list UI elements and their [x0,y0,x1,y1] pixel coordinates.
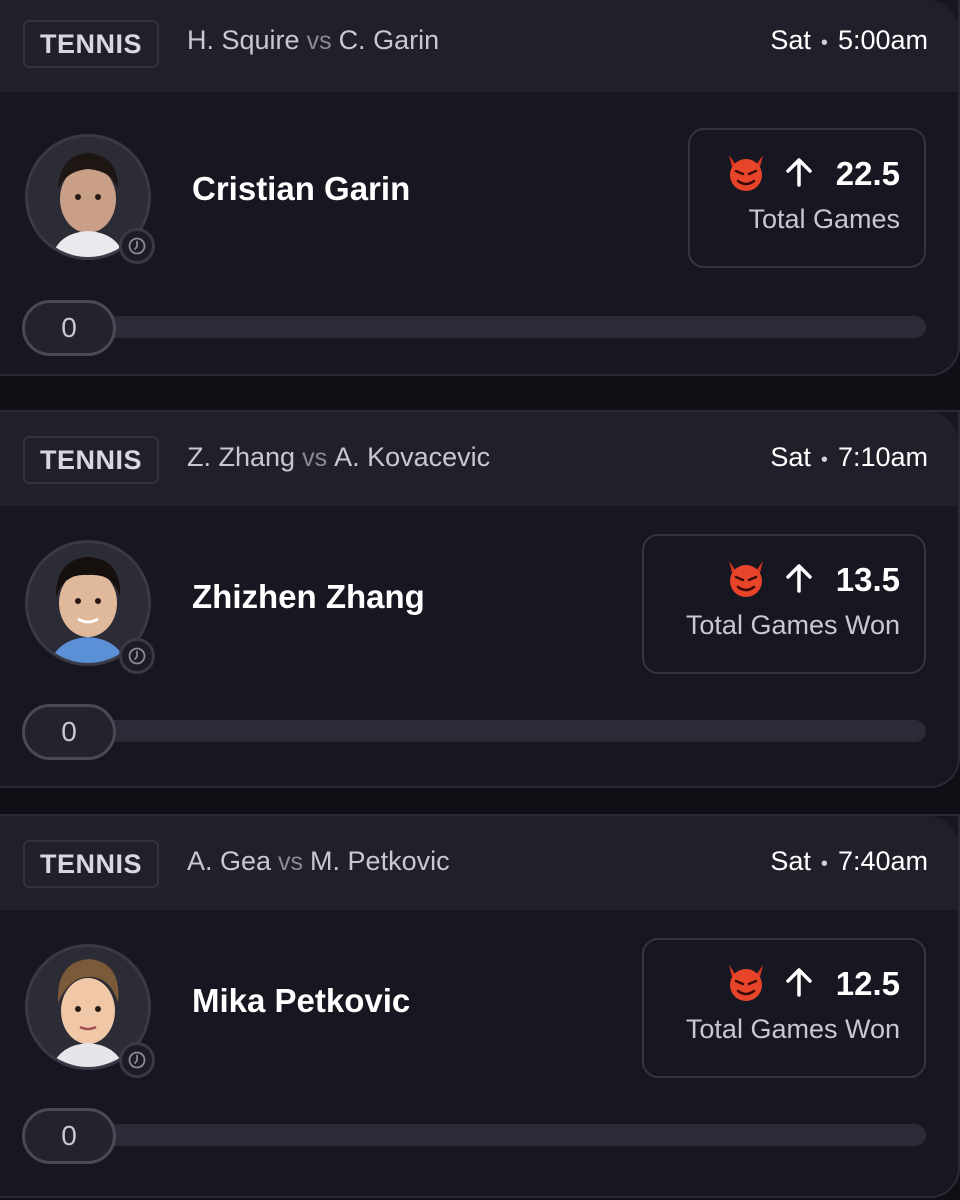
pick-line-value: 12.5 [835,965,900,1002]
devil-emoji-icon [724,961,768,1008]
progress-track [26,720,926,742]
pick-card[interactable]: TENNIS Z. Zhang vs A. Kovacevic Sat • 7:… [0,410,960,788]
devil-emoji-icon [724,151,768,198]
player-name: Cristian Garin [192,170,411,207]
progress-value: 0 [22,300,116,356]
pick-stat-label: Total Games Won [685,610,900,640]
clock-icon [119,228,155,264]
clock-icon [119,638,155,674]
arrow-up-icon [782,561,816,600]
pick-box[interactable]: 22.5 Total Games [688,128,926,268]
progress-value: 0 [22,704,116,760]
pick-card[interactable]: TENNIS H. Squire vs C. Garin Sat • 5:00a… [0,0,960,376]
arrow-up-icon [782,155,816,194]
pick-stat-label: Total Games [748,204,900,234]
clock-icon [119,1042,155,1078]
progress-track [26,316,926,338]
pick-box[interactable]: 13.5 Total Games Won [642,534,926,674]
pick-box[interactable]: 12.5 Total Games Won [642,938,926,1078]
pick-stat-label: Total Games Won [685,1014,900,1044]
card-body: Mika Petkovic 12.5 Total Games Won 0 [0,816,958,1196]
card-body: Zhizhen Zhang 13.5 Total Games Won 0 [0,412,958,786]
player-name: Mika Petkovic [192,982,411,1019]
player-name: Zhizhen Zhang [192,578,425,615]
progress-value: 0 [22,1108,116,1164]
progress-track [26,1124,926,1146]
arrow-up-icon [782,965,816,1004]
card-body: Cristian Garin 22.5 Total Games 0 [0,0,958,374]
devil-emoji-icon [724,557,768,604]
pick-line-value: 13.5 [835,561,900,598]
pick-card[interactable]: TENNIS A. Gea vs M. Petkovic Sat • 7:40a… [0,814,960,1198]
pick-line-value: 22.5 [835,155,900,192]
